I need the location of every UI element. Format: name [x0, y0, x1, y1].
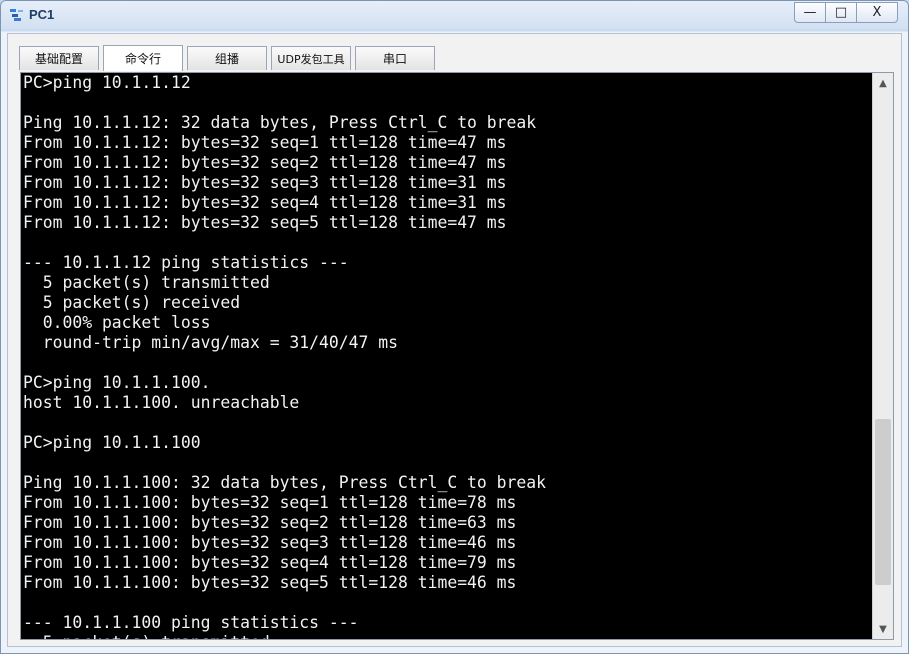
terminal-line: From 10.1.1.100: bytes=32 seq=1 ttl=128 …	[23, 493, 517, 512]
scroll-down-button[interactable]: ▼	[873, 619, 893, 639]
terminal-panel: PC>ping 10.1.1.12 Ping 10.1.1.12: 32 data…	[20, 72, 894, 640]
terminal-line: Ping 10.1.1.12: 32 data bytes, Press Ctr…	[23, 113, 537, 132]
chevron-down-icon: ▼	[879, 623, 887, 635]
tab-label: 串口	[382, 52, 407, 66]
vertical-scrollbar[interactable]: ▲ ▼	[872, 73, 893, 639]
tab-label: 命令行	[124, 52, 161, 66]
tab-serial-port[interactable]: 串口	[355, 46, 435, 70]
terminal-line: From 10.1.1.100: bytes=32 seq=2 ttl=128 …	[23, 513, 517, 532]
tab-label: 基础配置	[34, 52, 83, 66]
terminal-line: --- 10.1.1.12 ping statistics ---	[23, 253, 349, 272]
tab-multicast[interactable]: 组播	[187, 46, 267, 70]
tab-udp-tool[interactable]: UDP发包工具	[271, 46, 351, 70]
close-icon: X	[872, 5, 882, 20]
maximize-icon: □	[834, 5, 848, 20]
tab-bar: 基础配置 命令行 组播 UDP发包工具 串口	[19, 45, 439, 71]
tab-label: UDP发包工具	[277, 52, 345, 66]
terminal-line: 5 packet(s) received	[23, 293, 241, 312]
tab-basic-config[interactable]: 基础配置	[19, 46, 99, 70]
terminal-line: host 10.1.1.100. unreachable	[23, 393, 300, 412]
terminal-line: PC>ping 10.1.1.100	[23, 433, 201, 452]
minimize-button[interactable]: —	[794, 2, 826, 23]
minimize-icon: —	[803, 5, 817, 20]
terminal-line: From 10.1.1.12: bytes=32 seq=5 ttl=128 t…	[23, 213, 507, 232]
terminal-line: 5 packet(s) transmitted	[23, 273, 270, 292]
terminal-line: From 10.1.1.100: bytes=32 seq=3 ttl=128 …	[23, 533, 517, 552]
app-window: PC1 — □ X 基础配置 命令行 组播 UDP发包工具 串口 PC>ping…	[0, 0, 909, 654]
tab-label: 组播	[214, 52, 239, 66]
terminal-line: From 10.1.1.12: bytes=32 seq=3 ttl=128 t…	[23, 173, 507, 192]
terminal-output[interactable]: PC>ping 10.1.1.12 Ping 10.1.1.12: 32 data…	[21, 73, 873, 639]
pc-app-icon	[10, 9, 23, 21]
terminal-line: From 10.1.1.12: bytes=32 seq=1 ttl=128 t…	[23, 133, 507, 152]
title-bar[interactable]: PC1 — □ X	[1, 1, 908, 29]
terminal-line: From 10.1.1.100: bytes=32 seq=4 ttl=128 …	[23, 553, 517, 572]
terminal-line: Ping 10.1.1.100: 32 data bytes, Press Ct…	[23, 473, 547, 492]
close-button[interactable]: X	[856, 2, 898, 23]
terminal-line: round-trip min/avg/max = 31/40/47 ms	[23, 333, 398, 352]
terminal-line: 0.00% packet loss	[23, 313, 211, 332]
window-controls: — □ X	[794, 2, 898, 23]
scroll-up-button[interactable]: ▲	[873, 73, 893, 93]
terminal-line: From 10.1.1.100: bytes=32 seq=5 ttl=128 …	[23, 573, 517, 592]
tab-command-line[interactable]: 命令行	[103, 45, 183, 71]
scrollbar-thumb[interactable]	[875, 419, 891, 585]
client-area: 基础配置 命令行 组播 UDP发包工具 串口 PC>ping 10.1.1.12…	[7, 33, 902, 647]
maximize-button[interactable]: □	[825, 2, 857, 23]
chevron-up-icon: ▲	[879, 77, 887, 89]
terminal-line: --- 10.1.1.100 ping statistics ---	[23, 613, 359, 632]
terminal-line: From 10.1.1.12: bytes=32 seq=2 ttl=128 t…	[23, 153, 507, 172]
terminal-line: 5 packet(s) transmitted	[21, 633, 873, 639]
terminal-line: PC>ping 10.1.1.100.	[23, 373, 211, 392]
terminal-line: From 10.1.1.12: bytes=32 seq=4 ttl=128 t…	[23, 193, 507, 212]
terminal-line: PC>ping 10.1.1.12	[23, 73, 191, 92]
window-title: PC1	[29, 7, 55, 22]
